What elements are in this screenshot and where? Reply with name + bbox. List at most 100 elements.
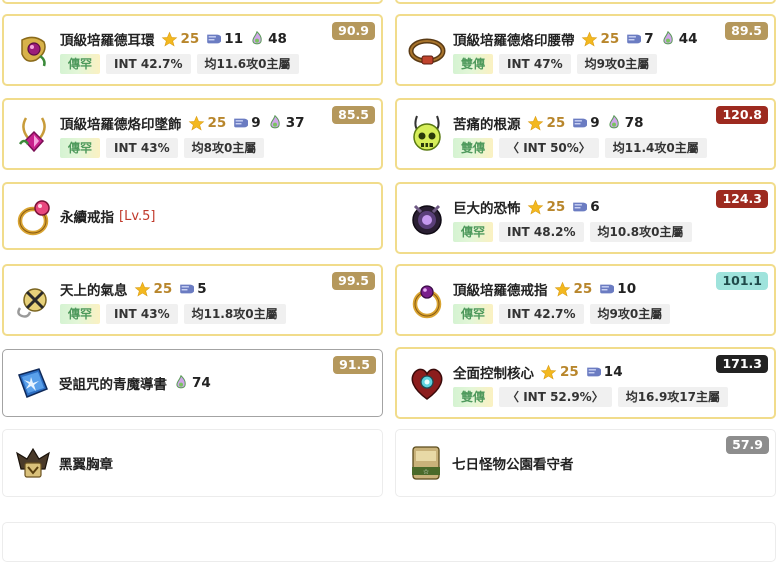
star-icon (527, 199, 543, 214)
star-icon (527, 115, 543, 130)
item-tags: 傳罕 INT 48.2% 均10.8攻0主屬 (453, 222, 698, 242)
stat-tag: INT 43% (106, 304, 178, 324)
stat-tag: INT 48.2% (499, 222, 584, 242)
item-card-continuous-ring[interactable]: 永續戒指 [Lv.5] (2, 182, 383, 250)
score-badge: 171.3 (716, 355, 768, 373)
flame-score: 78 (606, 115, 644, 131)
score-badge: 99.5 (332, 272, 375, 290)
ring-icon (14, 197, 54, 237)
stat-tag: INT 47% (499, 54, 571, 74)
potential-tier-badge: 傳罕 (453, 304, 494, 324)
scroll-icon (586, 367, 601, 377)
stat-tag: 均11.4攻0主屬 (604, 138, 707, 158)
item-name-row: 全面控制核心 25 14 (453, 362, 623, 382)
potential-tier-badge: 傳罕 (60, 304, 101, 324)
stat-tag: 〈 INT 52.9%〉 (499, 387, 612, 407)
scroll-count: 14 (585, 364, 623, 380)
heart-core-icon (407, 363, 447, 403)
star-force: 25 (134, 281, 172, 298)
score-badge: 89.5 (725, 22, 768, 40)
item-card-partial-bottom[interactable] (2, 522, 776, 562)
item-card-pitched-ring[interactable]: 頂級培羅德戒指 25 10 傳罕 INT 42.7% 均9攻0主屬 101.1 (395, 264, 776, 336)
item-name: 全面控制核心 (453, 366, 534, 382)
svg-text:☆: ☆ (423, 468, 429, 476)
score-badge: 91.5 (333, 356, 376, 374)
item-name: 巨大的恐怖 (453, 201, 521, 217)
item-card-cursed-spellbook[interactable]: 受詛咒的青魔導書 74 91.5 (2, 349, 383, 417)
item-card-celestial-breath[interactable]: 天上的氣息 25 5 傳罕 INT 43% 均11.8攻0主屬 99.5 (2, 264, 383, 336)
pendant-icon (14, 114, 54, 154)
potential-tier-badge: 傳罕 (453, 222, 494, 242)
item-name: 頂級培羅德耳環 (60, 33, 155, 49)
stat-tag: INT 42.7% (499, 304, 584, 324)
item-tags: 傳罕 INT 42.7% 均9攻0主屬 (453, 304, 676, 324)
stat-tag: INT 42.7% (106, 54, 191, 74)
flame-icon (252, 31, 262, 45)
item-name-row: 巨大的恐怖 25 6 (453, 197, 600, 217)
item-name-row: 苦痛的根源 25 9 78 (453, 113, 644, 133)
stat-tag: 均9攻0主屬 (589, 304, 671, 324)
gold-ring-icon (407, 280, 447, 320)
scroll-icon (180, 284, 195, 294)
item-tags: 傳罕 INT 43% 均8攻0主屬 (60, 138, 270, 158)
scroll-count: 5 (178, 281, 207, 297)
star-icon (134, 281, 150, 296)
item-card-partial-right[interactable] (395, 0, 776, 4)
item-name: 頂級培羅德烙印墜飾 (60, 117, 182, 133)
scroll-count: 9 (571, 115, 600, 131)
flame-icon (663, 31, 673, 45)
star-force: 25 (581, 31, 619, 48)
item-tags: 雙傳 〈 INT 50%〉 均11.4攻0主屬 (453, 138, 713, 158)
scroll-count: 11 (205, 31, 243, 47)
item-card-pendant[interactable]: 頂級培羅德烙印墜飾 25 9 37 傳罕 INT 43% 均8攻0主屬 85.5 (2, 98, 383, 170)
potential-tier-badge: 傳罕 (60, 138, 101, 158)
score-badge: 85.5 (332, 106, 375, 124)
flame-score: 44 (660, 31, 698, 47)
item-card-earring[interactable]: 頂級培羅德耳環 25 11 48 傳罕 INT 42.7% 均11.6攻0主屬 … (2, 14, 383, 86)
item-card-partial-left[interactable] (2, 0, 383, 4)
item-name-row: 受詛咒的青魔導書 74 (59, 373, 211, 393)
flame-icon (176, 375, 186, 389)
star-force: 25 (527, 115, 565, 132)
stat-tag: 均8攻0主屬 (183, 138, 265, 158)
score-badge: 101.1 (716, 272, 768, 290)
stat-tag: 均9攻0主屬 (576, 54, 658, 74)
scroll-count: 10 (598, 281, 636, 297)
star-icon (161, 31, 177, 46)
cross-pocket-icon (14, 280, 54, 320)
potential-tier-badge: 傳罕 (60, 54, 101, 74)
item-tags: 傳罕 INT 43% 均11.8攻0主屬 (60, 304, 292, 324)
stat-tag: 〈 INT 50%〉 (499, 138, 599, 158)
stat-tag: 均16.9攻17主屬 (617, 387, 729, 407)
star-icon (581, 31, 597, 46)
scroll-icon (627, 34, 642, 44)
item-card-monster-park-guardian[interactable]: ☆ 七日怪物公園看守者 57.9 (395, 429, 776, 497)
flame-score: 37 (267, 115, 305, 131)
item-name: 永續戒指 (60, 210, 114, 226)
potential-tier-badge: 雙傳 (453, 54, 494, 74)
scroll-count: 6 (571, 199, 600, 215)
star-icon (188, 115, 204, 130)
item-name-row: 七日怪物公園看守者 (452, 453, 574, 473)
belt-icon (407, 30, 447, 70)
item-card-total-control-core[interactable]: 全面控制核心 25 14 雙傳 〈 INT 52.9%〉 均16.9攻17主屬 … (395, 347, 776, 419)
item-level: [Lv.5] (119, 208, 156, 224)
item-card-source-of-suffering[interactable]: 苦痛的根源 25 9 78 雙傳 〈 INT 50%〉 均11.4攻0主屬 12… (395, 98, 776, 170)
star-icon (540, 364, 557, 379)
scroll-count: 9 (232, 115, 261, 131)
badge-icon (13, 443, 53, 483)
item-name: 七日怪物公園看守者 (452, 457, 574, 473)
potential-tier-badge: 雙傳 (453, 387, 494, 407)
score-badge: 57.9 (726, 436, 769, 454)
stat-tag: 均10.8攻0主屬 (589, 222, 692, 242)
item-card-black-wing-badge[interactable]: 黑翼胸章 (2, 429, 383, 497)
dark-ring-icon (407, 198, 447, 238)
item-card-belt[interactable]: 頂級培羅德烙印腰帶 25 7 44 雙傳 INT 47% 均9攻0主屬 89.5 (395, 14, 776, 86)
score-badge: 90.9 (332, 22, 375, 40)
potential-tier-badge: 雙傳 (453, 138, 494, 158)
star-force: 25 (161, 31, 199, 48)
flame-score: 74 (173, 375, 211, 391)
item-card-gigantic-terror[interactable]: 巨大的恐怖 25 6 傳罕 INT 48.2% 均10.8攻0主屬 124.3 (395, 182, 776, 254)
item-name-row: 永續戒指 [Lv.5] (60, 206, 156, 227)
item-name: 黑翼胸章 (59, 457, 113, 473)
